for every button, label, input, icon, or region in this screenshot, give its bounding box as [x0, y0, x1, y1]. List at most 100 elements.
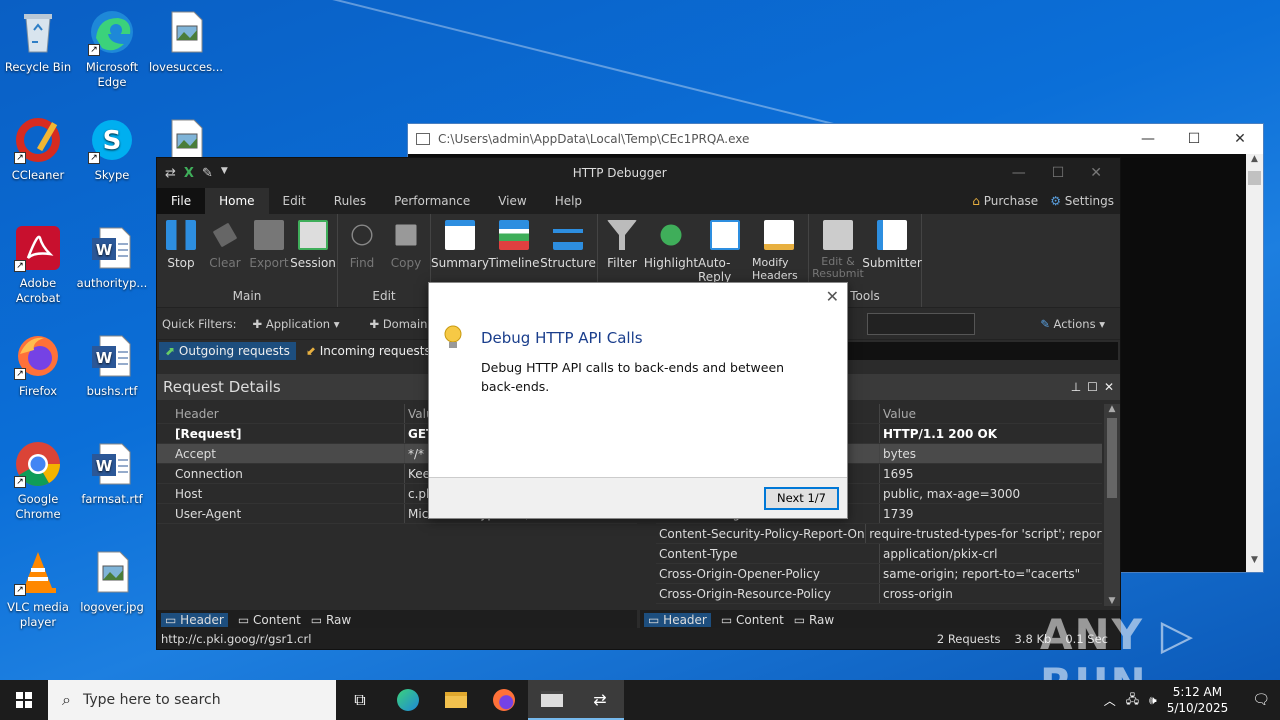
- summary-icon: [445, 220, 475, 250]
- console-titlebar[interactable]: C:\Users\admin\AppData\Local\Temp\CEc1PR…: [408, 124, 1263, 154]
- purchase-link[interactable]: ⌂ Purchase: [972, 188, 1038, 214]
- timeline-button[interactable]: Timeline: [487, 218, 541, 289]
- taskbar-file-explorer[interactable]: [432, 680, 480, 720]
- tab-performance[interactable]: Performance: [380, 188, 484, 214]
- settings-link[interactable]: ⚙ Settings: [1050, 188, 1114, 214]
- timeline-icon: [499, 220, 529, 250]
- table-row[interactable]: Content-Type application/pkix-crl: [656, 544, 1102, 564]
- tab-help[interactable]: Help: [541, 188, 596, 214]
- export-button[interactable]: Export: [247, 218, 291, 289]
- find-button[interactable]: Find: [340, 218, 384, 289]
- desktop-icon-recycle-bin[interactable]: Recycle Bin: [0, 8, 76, 75]
- tab-home[interactable]: Home: [205, 188, 269, 214]
- notification-icon[interactable]: 🗨: [1252, 692, 1270, 708]
- clear-button[interactable]: Clear: [203, 218, 247, 289]
- app-maximize-button[interactable]: ☐: [1052, 165, 1065, 181]
- console-scrollbar[interactable]: ▲ ▼: [1246, 154, 1263, 572]
- desktop-icon-bushs[interactable]: W bushs.rtf: [74, 332, 150, 399]
- app-close-button[interactable]: ✕: [1090, 165, 1102, 181]
- taskbar-console[interactable]: [528, 680, 576, 720]
- auto-reply-button[interactable]: Auto-Reply: [698, 218, 752, 289]
- desktop-icon-logover[interactable]: logover.jpg: [74, 548, 150, 615]
- volume-icon[interactable]: 🕪: [1149, 693, 1157, 708]
- header-icon: ▭: [648, 613, 660, 627]
- copy-button[interactable]: Copy: [384, 218, 428, 289]
- desktop-icon-ccleaner[interactable]: ↗ CCleaner: [0, 116, 76, 183]
- tab-incoming-requests[interactable]: ⬋ Incoming requests: [300, 342, 437, 360]
- application-filter[interactable]: ✚ Application ▾: [253, 317, 340, 331]
- header-icon: ▭: [165, 613, 177, 627]
- filter-button[interactable]: Filter: [600, 218, 644, 289]
- tray-overflow-icon[interactable]: ︿: [1104, 692, 1116, 709]
- response-scrollbar[interactable]: ▲ ▼: [1104, 404, 1120, 606]
- desktop-icon-farmsat[interactable]: W farmsat.rtf: [74, 440, 150, 507]
- tab-file[interactable]: File: [157, 188, 206, 214]
- subtab-raw[interactable]: ▭ Raw: [311, 613, 351, 627]
- desktop-icon-microsoft-edge[interactable]: ↗ Microsoft Edge: [74, 8, 150, 90]
- network-icon[interactable]: 🖧: [1126, 690, 1139, 711]
- subtab-content[interactable]: ▭ Content: [721, 613, 784, 627]
- stop-button[interactable]: Stop: [159, 218, 203, 289]
- tab-rules[interactable]: Rules: [320, 188, 380, 214]
- start-button[interactable]: [0, 680, 48, 720]
- desktop-icon-skype[interactable]: S ↗ Skype: [74, 116, 150, 183]
- taskbar-edge[interactable]: [384, 680, 432, 720]
- tab-outgoing-requests[interactable]: ⬈ Outgoing requests: [159, 342, 296, 360]
- quick-access-dropdown-icon[interactable]: ▼: [221, 166, 228, 181]
- group-main: Stop Clear Export Session Main: [157, 214, 338, 307]
- subtab-raw[interactable]: ▭ Raw: [794, 613, 834, 627]
- desktop-icon-lovesucces[interactable]: lovesucces...: [148, 8, 224, 75]
- desktop-icon-firefox[interactable]: ↗ Firefox: [0, 332, 76, 399]
- word-doc-icon: W: [88, 224, 136, 272]
- app-minimize-button[interactable]: —: [1012, 165, 1026, 181]
- excel-icon[interactable]: X: [184, 166, 194, 181]
- clock[interactable]: 5:12 AM 5/10/2025: [1167, 684, 1229, 716]
- modify-headers-icon: [764, 220, 794, 250]
- highlight-button[interactable]: Highlight: [644, 218, 698, 289]
- subtab-header[interactable]: ▭ Header: [644, 613, 711, 627]
- dialog-close-button[interactable]: ✕: [826, 287, 839, 306]
- table-row[interactable]: Cross-Origin-Resource-Policy cross-origin: [656, 584, 1102, 604]
- pin-icon[interactable]: ⊥: [1071, 380, 1081, 394]
- structure-button[interactable]: Structure: [540, 218, 596, 289]
- acrobat-icon: ↗: [14, 224, 62, 272]
- edit-resubmit-button[interactable]: Edit & Resubmit: [811, 218, 865, 289]
- panel-close-icon[interactable]: ✕: [1104, 380, 1114, 394]
- filter-search-input[interactable]: [867, 312, 976, 335]
- desktop-icon-authorityp[interactable]: W authorityp...: [74, 224, 150, 291]
- tip-dialog: ✕ Debug HTTP API Calls Debug HTTP API ca…: [428, 282, 848, 519]
- desktop-icon-vlc[interactable]: ↗ VLC media player: [0, 548, 76, 630]
- brush-icon[interactable]: ✎: [202, 166, 213, 181]
- restore-icon[interactable]: ☐: [1087, 380, 1098, 394]
- actions-menu[interactable]: ✎ Actions ▾: [1040, 317, 1115, 331]
- find-icon: [351, 224, 373, 246]
- tab-edit[interactable]: Edit: [269, 188, 320, 214]
- table-row[interactable]: Content-Security-Policy-Report-Only requi…: [656, 524, 1102, 544]
- task-view-button[interactable]: ⧉: [336, 680, 384, 720]
- status-request-count: 2 Requests: [936, 631, 1001, 646]
- session-button[interactable]: Session: [290, 218, 336, 289]
- subtab-header[interactable]: ▭ Header: [161, 613, 228, 627]
- subtab-content[interactable]: ▭ Content: [238, 613, 301, 627]
- close-button[interactable]: ✕: [1217, 131, 1263, 147]
- app-titlebar[interactable]: ⇄ X ✎ ▼ HTTP Debugger — ☐ ✕: [157, 158, 1120, 188]
- maximize-button[interactable]: ☐: [1171, 131, 1217, 147]
- tab-view[interactable]: View: [484, 188, 540, 214]
- app-logo-icon: ⇄: [165, 165, 176, 181]
- minimize-button[interactable]: —: [1125, 131, 1171, 147]
- modify-headers-button[interactable]: Modify Headers: [752, 218, 806, 289]
- summary-button[interactable]: Summary: [431, 218, 489, 289]
- table-row[interactable]: Cross-Origin-Opener-Policy same-origin; r…: [656, 564, 1102, 584]
- desktop-icon-google-chrome[interactable]: ↗ Google Chrome: [0, 440, 76, 522]
- submitter-button[interactable]: Submitter: [862, 218, 922, 289]
- taskbar-firefox[interactable]: [480, 680, 528, 720]
- domain-filter[interactable]: ✚ Domain: [370, 317, 428, 331]
- next-button[interactable]: Next 1/7: [764, 487, 839, 510]
- broom-icon: [212, 222, 238, 248]
- taskbar-http-debugger[interactable]: ⇄: [576, 680, 624, 720]
- word-doc-icon: W: [88, 440, 136, 488]
- svg-text:S: S: [103, 126, 122, 156]
- taskbar-search[interactable]: ⌕ Type here to search: [48, 680, 336, 720]
- desktop-icon-adobe-acrobat[interactable]: ↗ Adobe Acrobat: [0, 224, 76, 306]
- request-subtabs: ▭ Header ▭ Content ▭ Raw: [157, 610, 637, 630]
